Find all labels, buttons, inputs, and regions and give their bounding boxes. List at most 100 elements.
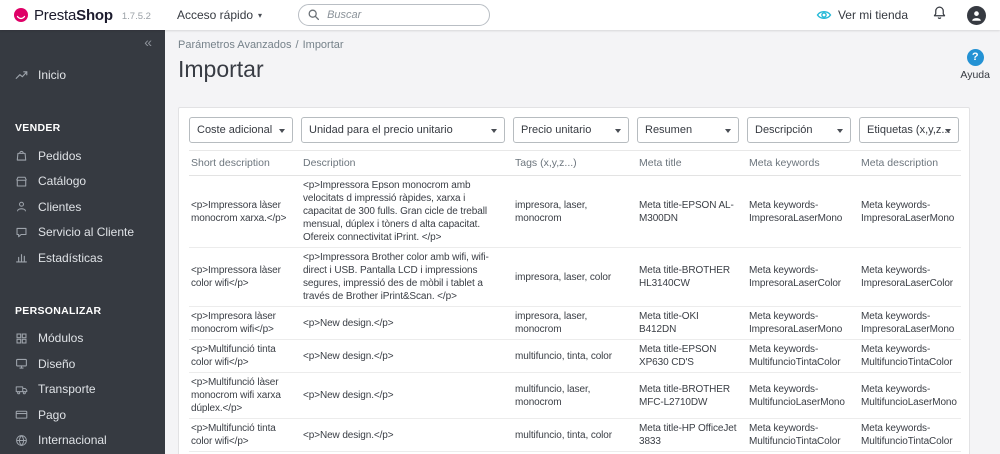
select-value: Precio unitario [521,124,592,136]
sidebar-item-transporte[interactable]: Transporte [0,377,165,403]
header-tags: Tags (x,y,z...) [513,150,637,176]
cell-short-description: <p>Multifunció làser monocrom wifi xarxa… [189,372,301,419]
bar-chart-icon [16,254,27,263]
user-icon [972,10,981,21]
modules-grid-icon [16,333,27,344]
select-etiquetas[interactable]: Etiquetas (x,y,z... [859,117,959,143]
cell-description: <p>New design.</p> [301,339,513,373]
select-unidad-precio-unitario[interactable]: Unidad para el precio unitario [301,117,505,143]
credit-card-icon [15,410,28,419]
sidebar-item-label: Estadísticas [38,250,103,265]
select-precio-unitario[interactable]: Precio unitario [513,117,629,143]
cell-meta-title: Meta title-EPSON XP630 CD'S [637,339,747,373]
view-shop-link[interactable]: Ver mi tienda [816,7,908,23]
select-value: Coste adicional [197,124,273,136]
cell-description: <p>Impressora Epson monocrom amb velocit… [303,180,487,243]
sidebar-item-pedidos[interactable]: Pedidos [0,143,165,169]
cell-meta-title: Meta title-BROTHER MFC-L2710DW [637,372,747,419]
sidebar-item-estadisticas[interactable]: Estadísticas [0,245,165,271]
page-title: Importar [178,56,264,82]
table-row: <p>Impresora làser monocrom wifi</p> <p>… [189,306,961,340]
sidebar-section-personalizar: PERSONALIZAR [15,304,102,317]
cell-meta-keywords: Meta keywords-MultifuncioTintaColor [747,339,859,373]
user-avatar[interactable] [967,5,986,25]
truck-icon [15,386,28,395]
cell-short-description: <p>Impresora làser monocrom wifi</p> [189,306,301,340]
cell-meta-keywords: Meta keywords-ImpresoraLaserMono [747,306,859,340]
eye-icon [816,11,832,19]
sidebar-item-label: Diseño [38,356,76,371]
main-content: Parámetros Avanzados / Importar Importar ?… [165,30,1000,454]
cell-short-description: <p>Impressora làser color wifi</p> [189,247,301,307]
select-coste-adicional[interactable]: Coste adicional [189,117,293,143]
sidebar-item-label: Inicio [38,68,67,82]
topbar: PrestaShop 1.7.5.2 Acceso rápido ▾ Ver m… [0,0,1000,30]
quick-access-dropdown[interactable]: Acceso rápido ▾ [177,8,262,22]
cell-meta-description: Meta keywords-ImpresoraLaserMono [861,199,955,224]
sidebar-item-label: Servicio al Cliente [38,225,135,240]
view-shop-label: Ver mi tienda [837,8,908,22]
trending-up-icon [15,70,28,79]
cell-tags: multifuncio, tinta, color [513,418,637,452]
help-icon: ? [966,49,984,66]
header-meta-title: Meta title [637,150,747,176]
cell-description: <p>New design.</p> [301,372,513,419]
help-button[interactable]: ? Ayuda [960,49,990,81]
cell-meta-title: Meta title-BROTHER HL3140CW [637,247,747,307]
sidebar-collapse-button[interactable]: « [0,30,165,54]
select-value: Descripción [755,124,813,136]
globe-icon [16,434,27,446]
sidebar-item-catalogo[interactable]: Catálogo [0,169,165,195]
cell-meta-description: Meta keywords-MultifuncioTintaColor [859,418,961,452]
select-descripcion[interactable]: Descripción [747,117,851,143]
select-resumen[interactable]: Resumen [637,117,739,143]
breadcrumb-parent[interactable]: Parámetros Avanzados [178,39,292,51]
search-icon [308,9,320,21]
page-header: Importar ? Ayuda [178,49,1000,83]
chevron-down-icon: ▾ [258,10,263,20]
cell-short-description: <p>Multifunció tinta color wifi</p> [189,339,301,373]
sidebar-item-clientes[interactable]: Clientes [0,194,165,220]
sidebar-item-label: Pago [38,407,67,422]
cell-meta-keywords: Meta keywords-ImpresoraLaserMono [749,199,843,224]
sidebar-item-label: Internacional [38,433,107,448]
sidebar-item-inicio[interactable]: Inicio [0,54,165,96]
sidebar: « Inicio VENDER Pedidos Catálogo Cliente… [0,30,165,454]
version-label: 1.7.5.2 [121,10,151,22]
cell-meta-description: Meta keywords-ImpresoraLaserMono [859,306,961,340]
search-input[interactable] [298,4,491,26]
sidebar-item-label: Módulos [38,331,84,346]
sidebar-item-pago[interactable]: Pago [0,402,165,428]
cell-meta-description: Meta keywords-MultifuncioLaserMono [859,372,961,419]
cell-meta-description: Meta keywords-MultifuncioTintaColor [859,339,961,373]
cell-meta-keywords: Meta keywords-ImpresoraLaserColor [747,247,859,307]
sidebar-item-diseno[interactable]: Diseño [0,351,165,377]
breadcrumb: Parámetros Avanzados / Importar [178,30,1000,51]
sidebar-item-internacional[interactable]: Internacional [0,428,165,454]
cell-description: <p>New design.</p> [301,418,513,452]
sidebar-item-label: Transporte [38,382,96,397]
header-meta-keywords: Meta keywords [747,150,859,176]
table-row: <p>Impressora làser color wifi</p> <p>Im… [189,247,961,307]
import-preview-table: Short description Description Tags (x,y,… [189,150,961,454]
cell-description: <p>New design.</p> [301,306,513,340]
search-box [298,4,491,26]
prestashop-logo[interactable]: PrestaShop 1.7.5.2 [0,7,165,24]
shopping-bag-icon [16,151,27,161]
chat-bubble-icon [16,227,27,238]
header-description: Description [301,150,513,176]
sidebar-item-label: Clientes [38,199,82,214]
table-row: <p>Impressora làser monocrom xarxa.</p> … [189,176,961,248]
table-row: <p>Multifunció tinta color wifi</p> <p>N… [189,418,961,452]
sidebar-item-servicio-al-cliente[interactable]: Servicio al Cliente [0,220,165,246]
cell-meta-keywords: Meta keywords-MultifuncioLaserMono [747,372,859,419]
cell-meta-keywords: Meta keywords-MultifuncioTintaColor [747,418,859,452]
notifications-button[interactable] [932,5,947,25]
sidebar-item-modulos[interactable]: Módulos [0,326,165,352]
header-short-description: Short description [189,150,301,176]
cell-tags: impresora, laser, monocrom [515,199,588,224]
table-header-row: Short description Description Tags (x,y,… [189,150,961,176]
cell-tags: multifuncio, laser, monocrom [513,372,637,419]
cell-short-description: <p>Multifunció tinta color wifi</p> [189,418,301,452]
import-mapping-panel: Coste adicional Unidad para el precio un… [178,107,970,454]
